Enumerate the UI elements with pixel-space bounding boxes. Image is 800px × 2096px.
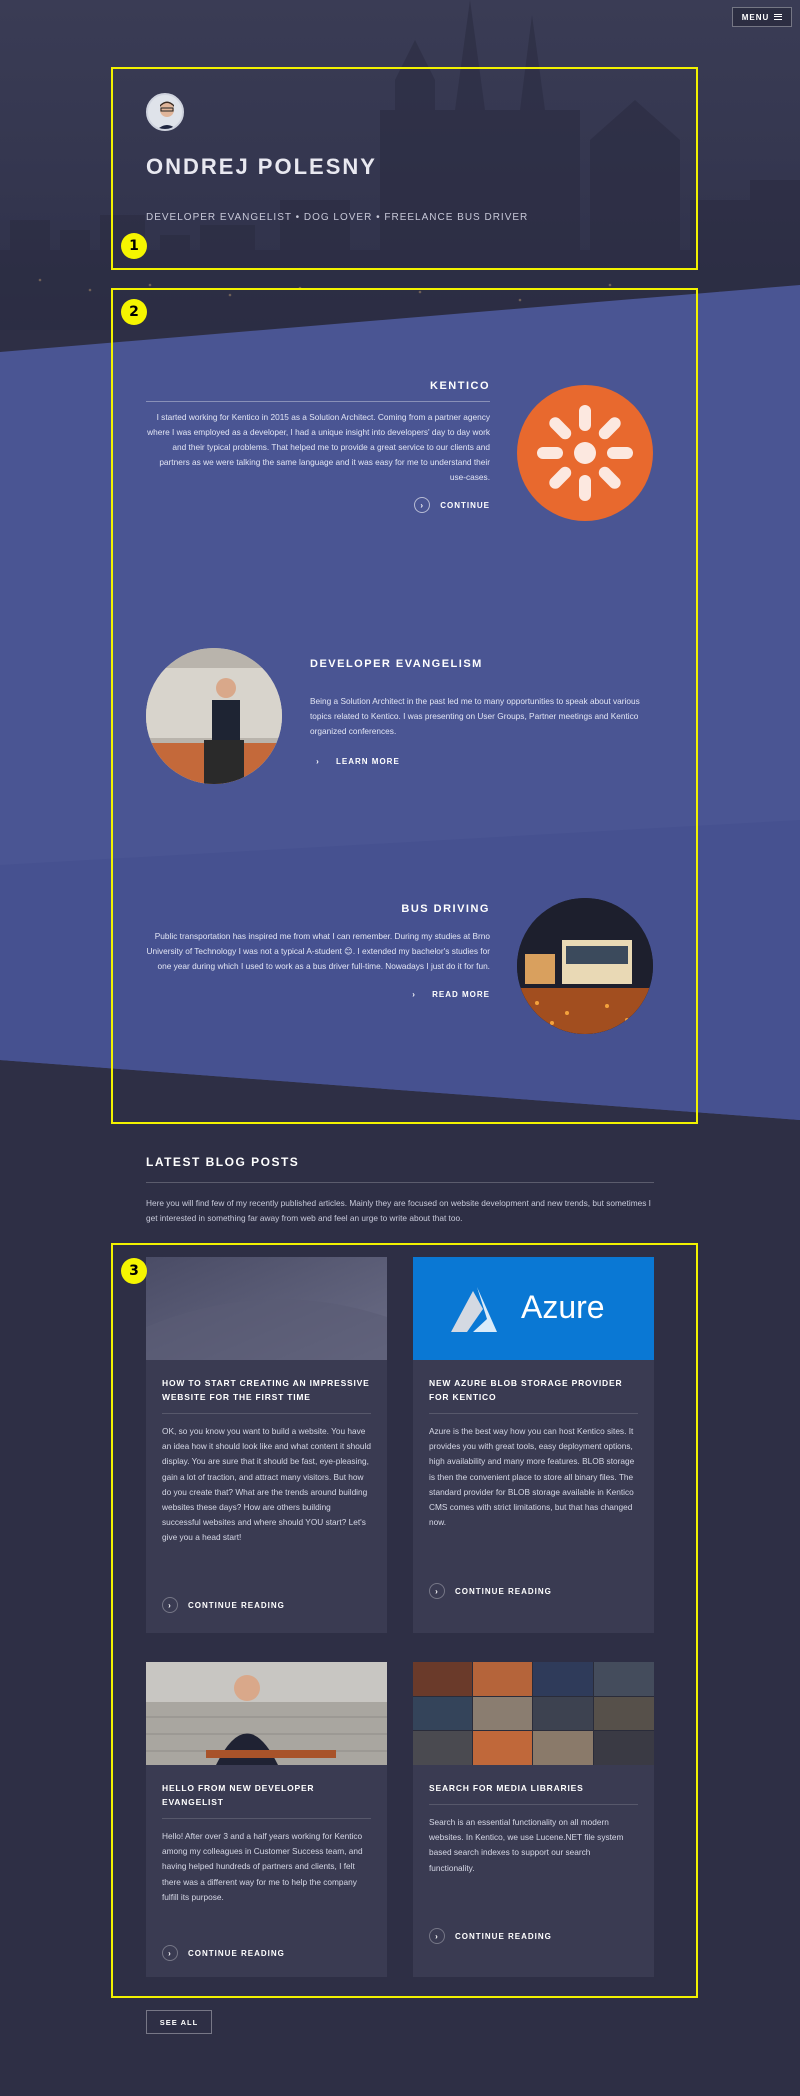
blog-card-text: OK, so you know you want to build a webs… [162, 1426, 371, 1543]
read-more-link[interactable]: › READ MORE [146, 986, 490, 1002]
chevron-right-icon: › [162, 1945, 178, 1961]
blog-card-image [146, 1662, 387, 1765]
link-label: CONTINUE READING [188, 1600, 285, 1610]
see-all-button[interactable]: SEE ALL [146, 2010, 212, 2034]
link-label: CONTINUE READING [455, 1931, 552, 1941]
continue-reading-link[interactable]: › CONTINUE READING [429, 1928, 552, 1944]
kentico-logo-icon [537, 405, 633, 501]
annotation-badge: 1 [121, 233, 147, 259]
azure-wordmark: Azure [521, 1289, 605, 1325]
page-title: ONDREJ POLESNY [146, 154, 377, 179]
chevron-right-icon: › [429, 1928, 445, 1944]
chevron-right-icon: › [414, 497, 431, 513]
chevron-right-icon: › [429, 1583, 445, 1599]
feature-text: I started working for Kentico in 2015 as… [147, 412, 490, 482]
link-label: CONTINUE [440, 500, 490, 510]
hero-tagline: DEVELOPER EVANGELIST • DOG LOVER • FREEL… [146, 212, 529, 223]
hamburger-icon [774, 14, 783, 20]
features-background [0, 285, 800, 1120]
continue-link[interactable]: › CONTINUE [146, 497, 490, 513]
chevron-right-icon: › [162, 1597, 178, 1613]
blog-card-text: Azure is the best way how you can host K… [429, 1426, 635, 1528]
link-label: LEARN MORE [336, 756, 400, 766]
feature-text: Public transportation has inspired me fr… [146, 931, 490, 971]
feature-title: KENTICO [430, 380, 490, 392]
blog-card-image [413, 1662, 654, 1765]
link-label: CONTINUE READING [455, 1586, 552, 1596]
kentico-logo [517, 385, 653, 521]
blog-divider [146, 1182, 654, 1183]
blog-card-text: Search is an essential functionality on … [429, 1817, 624, 1873]
link-label: CONTINUE READING [188, 1948, 285, 1958]
feature-divider [146, 401, 490, 402]
blog-card[interactable]: SEARCH FOR MEDIA LIBRARIES Search is an … [413, 1662, 654, 1977]
blog-card-image [146, 1257, 387, 1360]
blog-card[interactable]: Azure NEW AZURE BLOB STORAGE PROVIDER FO… [413, 1257, 654, 1633]
continue-reading-link[interactable]: › CONTINUE READING [429, 1583, 552, 1599]
blog-card-image: Azure [413, 1257, 654, 1360]
blog-card-title: HOW TO START CREATING AN IMPRESSIVE WEBS… [162, 1376, 371, 1414]
continue-reading-link[interactable]: › CONTINUE READING [162, 1945, 285, 1961]
continue-reading-link[interactable]: › CONTINUE READING [162, 1597, 285, 1613]
bus-at-night-icon [517, 898, 653, 1034]
blog-heading: LATEST BLOG POSTS [146, 1155, 300, 1169]
feature-kentico: KENTICO I started working for Kentico in… [146, 380, 490, 513]
blog-card-title: HELLO FROM NEW DEVELOPER EVANGELIST [162, 1781, 371, 1819]
chevron-right-icon: › [412, 989, 416, 999]
feature-evangelism: DEVELOPER EVANGELISM Being a Solution Ar… [310, 658, 654, 769]
link-label: READ MORE [432, 989, 490, 999]
evangelism-photo [146, 648, 282, 784]
avatar [146, 93, 184, 131]
blog-card[interactable]: HELLO FROM NEW DEVELOPER EVANGELIST Hell… [146, 1662, 387, 1977]
feature-title: BUS DRIVING [401, 903, 490, 915]
annotation-badge: 3 [121, 1258, 147, 1284]
feature-text: Being a Solution Architect in the past l… [310, 696, 640, 736]
blog-card-title: SEARCH FOR MEDIA LIBRARIES [429, 1781, 638, 1805]
menu-button[interactable]: MENU [732, 7, 792, 27]
abstract-dots-image-icon [146, 1257, 387, 1360]
annotation-badge: 2 [121, 299, 147, 325]
speaker-photo-icon [146, 648, 282, 784]
blog-card[interactable]: HOW TO START CREATING AN IMPRESSIVE WEBS… [146, 1257, 387, 1633]
chevron-right-icon: › [316, 756, 320, 766]
bus-photo [517, 898, 653, 1034]
learn-more-link[interactable]: › LEARN MORE [310, 753, 654, 769]
feature-bus-driving: BUS DRIVING Public transportation has in… [146, 903, 490, 1002]
blog-card-title: NEW AZURE BLOB STORAGE PROVIDER FOR KENT… [429, 1376, 638, 1414]
menu-label: MENU [741, 12, 770, 22]
photo-grid-icon [413, 1662, 654, 1765]
person-portrait-icon [146, 1662, 387, 1765]
blog-card-text: Hello! After over 3 and a half years wor… [162, 1831, 363, 1902]
blog-intro: Here you will find few of my recently pu… [146, 1198, 651, 1223]
feature-title: DEVELOPER EVANGELISM [310, 658, 483, 670]
